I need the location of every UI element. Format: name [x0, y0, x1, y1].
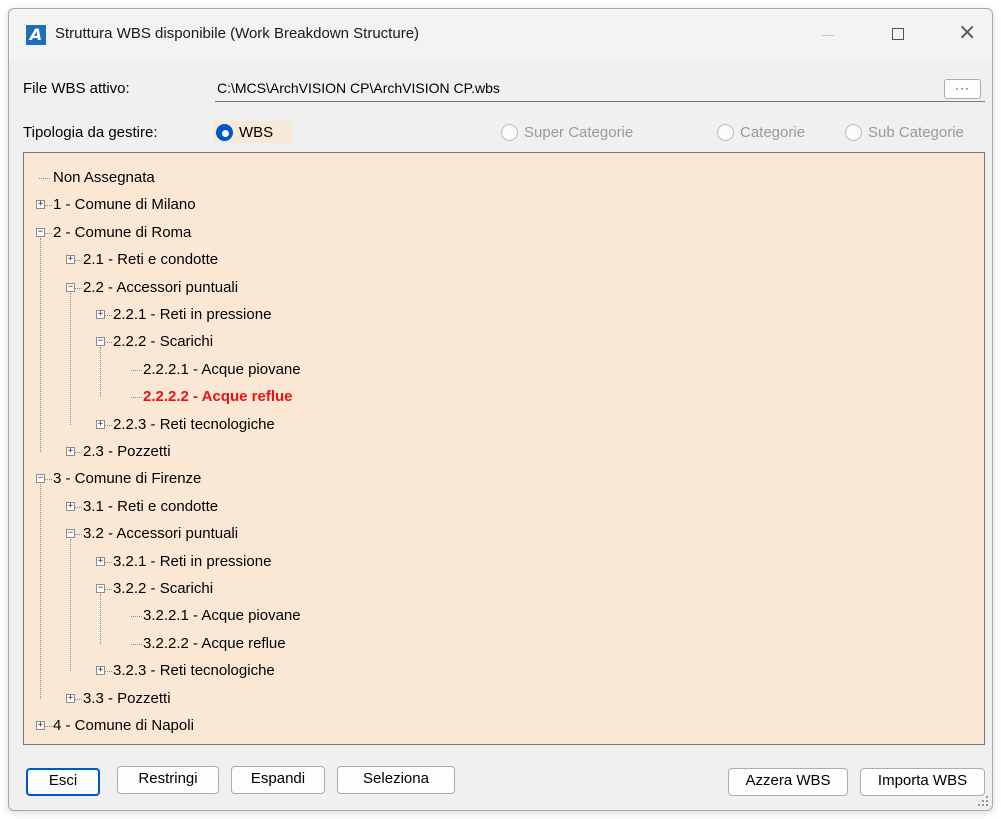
- tree-node-label: 3.3 - Pozzetti: [83, 689, 171, 707]
- maximize-icon: [892, 28, 904, 40]
- radio-sub-categorie-indicator: [845, 124, 862, 141]
- tree-connector-line: [70, 292, 71, 425]
- expand-icon[interactable]: +: [66, 693, 75, 703]
- collapse-icon[interactable]: −: [66, 529, 75, 539]
- tree-connector-line: [100, 347, 101, 398]
- wbs-tree[interactable]: Non Assegnata +1 - Comune di Milano −2 - C…: [23, 152, 985, 745]
- radio-wbs-label: WBS: [239, 124, 274, 141]
- collapse-icon[interactable]: −: [96, 337, 105, 347]
- expand-icon[interactable]: +: [96, 419, 105, 429]
- close-button[interactable]: ×: [945, 20, 991, 47]
- expand-icon[interactable]: +: [96, 666, 105, 676]
- file-path-value: C:\MCS\ArchVISION CP\ArchVISION CP.wbs: [217, 80, 500, 96]
- tree-node-label: 3.2.3 - Reti tecnologiche: [113, 662, 275, 680]
- wbs-dialog: A Struttura WBS disponibile (Work Breakd…: [8, 8, 993, 811]
- maximize-button[interactable]: [875, 23, 921, 47]
- expand-icon[interactable]: +: [96, 310, 105, 319]
- tree-node-label: 3.2.2 - Scarichi: [113, 580, 214, 597]
- expand-icon[interactable]: +: [66, 447, 75, 456]
- collapse-icon[interactable]: −: [36, 227, 45, 237]
- tree-node-label: 2.1 - Reti e condotte: [83, 251, 219, 269]
- radio-wbs[interactable]: WBS: [214, 121, 292, 143]
- expand-icon[interactable]: +: [66, 501, 75, 511]
- tree-connector-line: [131, 369, 142, 371]
- radio-super-categorie-indicator: [501, 124, 518, 141]
- type-label: Tipologia da gestire:: [23, 124, 158, 141]
- tree-connector-line: [131, 616, 142, 618]
- minimize-button[interactable]: [805, 23, 851, 47]
- tree-connector-line: [100, 594, 101, 644]
- tree-node-label: 3.2.1 - Reti in pressione: [113, 552, 272, 570]
- close-icon: ×: [958, 20, 977, 45]
- esci-button[interactable]: Esci: [26, 768, 100, 796]
- radio-wbs-indicator: [216, 124, 233, 141]
- tree-connector-line: [40, 237, 41, 452]
- expand-icon[interactable]: +: [36, 200, 45, 210]
- expand-icon[interactable]: +: [66, 255, 75, 265]
- seleziona-button[interactable]: Seleziona: [337, 766, 455, 794]
- tree-node-label: 2 - Comune di Roma: [53, 223, 192, 241]
- tree-connector-line: [131, 397, 142, 399]
- tree-node-label: 2.2.1 - Reti in pressione: [113, 306, 272, 323]
- tree-node-label: 3 - Comune di Firenze: [53, 470, 202, 488]
- expand-icon[interactable]: +: [36, 721, 45, 730]
- radio-categorie-indicator: [717, 124, 734, 141]
- tree-node-label: 2.2.2 - Scarichi: [113, 333, 214, 351]
- tree-node-label: 2.2.3 - Reti tecnologiche: [113, 415, 275, 433]
- azzera-wbs-button[interactable]: Azzera WBS: [728, 768, 848, 796]
- expand-icon[interactable]: +: [96, 556, 105, 566]
- tree-node-label: 3.2.2.1 - Acque piovane: [143, 607, 301, 625]
- radio-categorie-label: Categorie: [740, 124, 806, 141]
- tree-node-label: 1 - Comune di Milano: [53, 196, 196, 214]
- tree-connector-line: [39, 178, 50, 179]
- minimize-icon: [822, 35, 834, 36]
- collapse-icon[interactable]: −: [66, 282, 75, 292]
- radio-categorie[interactable]: Categorie: [715, 121, 825, 143]
- radio-super-categorie-label: Super Categorie: [524, 124, 634, 141]
- window-title: Struttura WBS disponibile (Work Breakdow…: [55, 25, 420, 42]
- radio-sub-categorie[interactable]: Sub Categorie: [843, 121, 983, 143]
- title-bar: A Struttura WBS disponibile (Work Breakd…: [9, 9, 992, 59]
- restringi-button[interactable]: Restringi: [117, 766, 219, 794]
- tree-node-label: 2.2.2.1 - Acque piovane: [143, 360, 301, 378]
- tree-node-label: Non Assegnata: [53, 169, 155, 186]
- radio-super-categorie[interactable]: Super Categorie: [499, 121, 649, 143]
- tree-node-label: 2.2.2.2 - Acque reflue: [143, 388, 293, 406]
- tree-node-label: 2.2 - Accessori puntuali: [83, 278, 239, 296]
- tree-node-label: 4 - Comune di Napoli: [53, 717, 194, 734]
- tree-node-label: 2.3 - Pozzetti: [83, 443, 171, 460]
- app-logo-icon: A: [26, 25, 46, 45]
- radio-sub-categorie-label: Sub Categorie: [868, 124, 964, 141]
- tree-node-label: 3.2 - Accessori puntuali: [83, 525, 239, 543]
- collapse-icon[interactable]: −: [96, 584, 105, 593]
- file-path-field[interactable]: C:\MCS\ArchVISION CP\ArchVISION CP.wbs ·…: [215, 75, 985, 102]
- browse-button[interactable]: ···: [944, 79, 981, 99]
- file-label: File WBS attivo:: [23, 80, 130, 97]
- tree-connector-line: [131, 643, 142, 645]
- importa-wbs-button[interactable]: Importa WBS: [860, 768, 985, 796]
- collapse-icon[interactable]: −: [36, 474, 45, 484]
- tree-connector-line: [40, 484, 41, 699]
- tree-connector-line: [70, 539, 71, 672]
- espandi-button[interactable]: Espandi: [231, 766, 325, 794]
- tree-node-label: 3.2.2.2 - Acque reflue: [143, 634, 286, 652]
- resize-grip-icon[interactable]: [978, 796, 988, 806]
- tree-node-label: 3.1 - Reti e condotte: [83, 497, 219, 515]
